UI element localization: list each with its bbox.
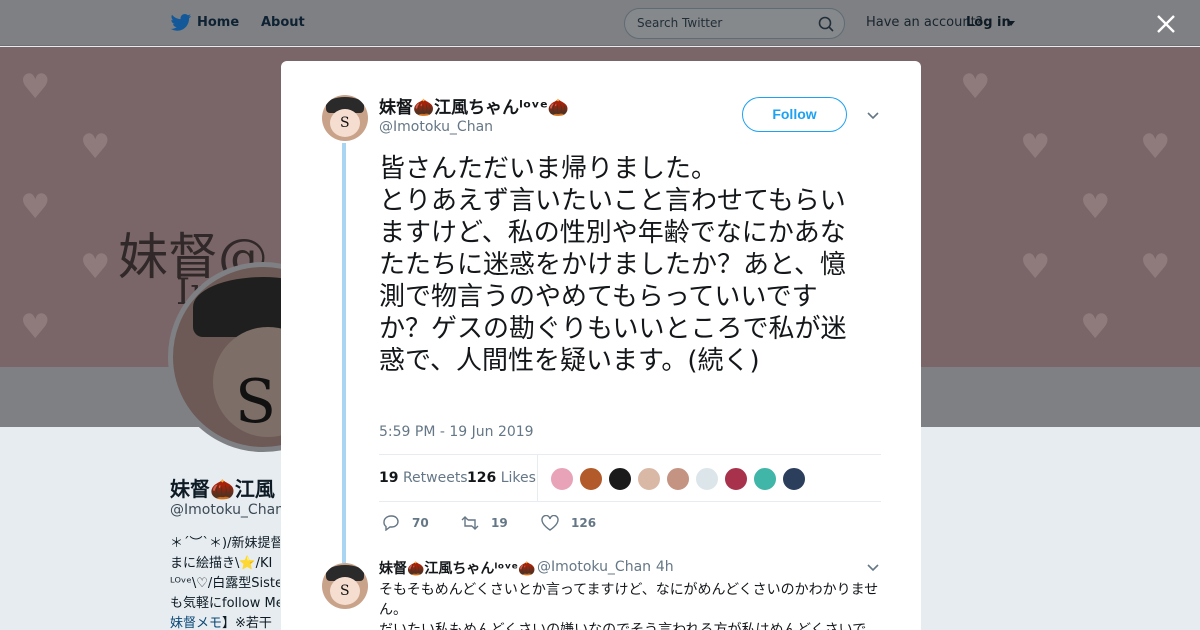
heart-decoration: ♥	[20, 307, 51, 347]
bio-line: も気軽にfollow Me	[170, 596, 280, 611]
avatar-letter: S	[235, 367, 277, 437]
retweets-label: Retweets	[402, 470, 468, 486]
heart-decoration: ♥	[1080, 307, 1111, 347]
heart-decoration: ♥	[1140, 127, 1171, 167]
reply-author-avatar[interactable]: S	[322, 563, 368, 609]
reply-author-handle[interactable]: @Imotoku_Chan	[537, 559, 651, 575]
liker-avatar[interactable]	[550, 467, 574, 491]
chevron-down-icon[interactable]	[1007, 21, 1015, 26]
tweet-timestamp[interactable]: 5:59 PM - 19 Jun 2019	[379, 424, 534, 440]
twitter-bird-icon[interactable]	[170, 13, 192, 33]
tweet-actions: 70 19 126	[379, 513, 779, 533]
retweet-count: 19	[491, 516, 508, 530]
heart-decoration: ♥	[960, 67, 991, 107]
search-box[interactable]: Search Twitter	[624, 8, 845, 39]
retweets-stat[interactable]: 19 Retweets	[379, 470, 468, 486]
liker-avatar[interactable]	[666, 467, 690, 491]
liker-avatar[interactable]	[608, 467, 632, 491]
tweet-stats: 19 Retweets 126 Likes	[379, 454, 881, 502]
reply-text: そもそもめんどくさいとか言ってますけど、なにがめんどくさいのかわかりません。 だ…	[379, 582, 879, 630]
liker-avatar[interactable]	[695, 467, 719, 491]
likes-count: 126	[467, 470, 497, 486]
chevron-down-icon[interactable]	[867, 112, 879, 120]
reply-time[interactable]: · 4h	[647, 559, 674, 575]
profile-handle: @Imotoku_Chan	[170, 502, 285, 518]
author-name[interactable]: 妹督🌰江風ちゃんˡᵒᵛᵉ🌰	[379, 93, 569, 118]
chevron-down-icon[interactable]	[867, 564, 879, 572]
bio-link[interactable]: 妹督メモ	[170, 616, 222, 630]
heart-decoration: ♥	[1020, 127, 1051, 167]
close-icon[interactable]	[1154, 12, 1178, 36]
heart-decoration: ♥	[20, 187, 51, 227]
bio-tail: 】※若干	[222, 616, 272, 630]
tweet-modal: S 妹督🌰江風ちゃんˡᵒᵛᵉ🌰 @Imotoku_Chan Follow 皆さん…	[281, 61, 921, 630]
login-link[interactable]: Log in	[966, 15, 1011, 30]
likes-stat[interactable]: 126 Likes	[467, 470, 536, 486]
liker-avatar[interactable]	[724, 467, 748, 491]
avatar-letter: S	[340, 115, 350, 131]
retweets-count: 19	[379, 470, 399, 486]
reply-icon	[383, 515, 399, 531]
heart-icon	[541, 515, 559, 531]
author-handle[interactable]: @Imotoku_Chan	[379, 119, 493, 135]
profile-name: 妹督🌰江風	[170, 477, 275, 501]
tweet-text: 皆さんただいま帰りました。 とりあえず言いたいこと言わせてもらいますけど、私の性…	[379, 154, 847, 376]
bio-line: 妹督メモ】※若干	[170, 614, 280, 630]
heart-decoration: ♥	[20, 67, 51, 107]
likes-label: Likes	[500, 470, 536, 486]
avatar-letter: S	[340, 583, 350, 599]
like-count: 126	[571, 516, 597, 530]
liker-avatar[interactable]	[782, 467, 806, 491]
heart-decoration: ♥	[1020, 247, 1051, 287]
thread-line	[342, 143, 346, 563]
heart-decoration: ♥	[80, 247, 111, 287]
liker-avatar[interactable]	[637, 467, 661, 491]
search-input[interactable]: Search Twitter	[637, 16, 722, 30]
bio-line: まに絵描き\⭐/KI	[170, 556, 273, 571]
bio-line: ＊´︶`＊)/新妹提督	[170, 536, 280, 551]
reply-author-name[interactable]: 妹督🌰江風ちゃんˡᵒᵛᵉ🌰	[379, 558, 535, 578]
heart-decoration: ♥	[1140, 247, 1171, 287]
author-avatar[interactable]: S	[322, 95, 368, 141]
reply-count: 70	[412, 516, 429, 530]
heart-decoration: ♥	[1080, 187, 1111, 227]
nav-home-link[interactable]: Home	[197, 15, 239, 30]
profile-bio: ＊´︶`＊)/新妹提督 まに絵描き\⭐/KI ᴸᴼᵛᵉ\♡/白露型Siste も…	[170, 534, 280, 630]
top-nav: Home About Search Twitter Have an accoun…	[0, 0, 1200, 46]
heart-decoration: ♥	[80, 127, 111, 167]
nav-about-link[interactable]: About	[261, 15, 305, 30]
bio-line: ᴸᴼᵛᵉ\♡/白露型Siste	[170, 576, 280, 591]
follow-button[interactable]: Follow	[742, 97, 847, 132]
search-icon[interactable]	[818, 16, 834, 32]
retweet-icon	[461, 516, 479, 530]
liker-avatar[interactable]	[579, 467, 603, 491]
stats-divider	[537, 455, 538, 502]
liker-avatar[interactable]	[753, 467, 777, 491]
